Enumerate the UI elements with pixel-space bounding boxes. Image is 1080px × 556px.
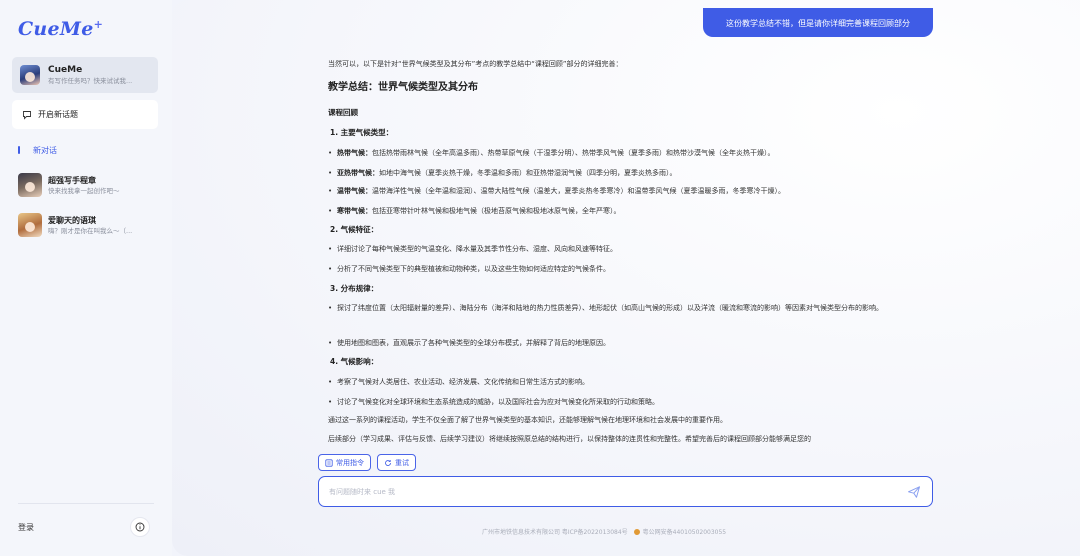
bot-name: CueMe — [48, 65, 83, 75]
list-item: 亚热带气候：如地中海气候（夏季炎热干燥，冬季温和多雨）和亚热带湿润气候（四季分明… — [328, 168, 928, 178]
list-item: 考察了气候对人类居住、农业活动、经济发展、文化传统和日常生活方式的影响。 — [328, 377, 928, 387]
answer-heading: 教学总结：世界气候类型及其分布 — [328, 82, 478, 93]
numbered-heading: 2. 气候特征： — [330, 225, 379, 234]
police-badge-icon — [633, 528, 640, 535]
avatar — [18, 213, 42, 237]
answer-subheading: 课程回顾 — [328, 108, 358, 117]
answer-paragraph: 通过这一系列的课程活动，学生不仅全面了解了世界气候类型的基本知识，还能够理解气候… — [328, 416, 727, 424]
sidebar: CueMe+ CueMe 有写作任务吗？快来试试我... 开启新话题 新对话 超… — [0, 0, 172, 556]
list-item: 寒带气候：包括亚寒带针叶林气候和极地气候（极地苔原气候和极地冰原气候，全年严寒）… — [328, 206, 928, 216]
list-item: 温带气候：温带海洋性气候（全年温和湿润）、温带大陆性气候（温差大，夏季炎热冬季寒… — [328, 186, 928, 196]
list-item: 讨论了气候变化对全球环境和生态系统造成的威胁，以及国际社会为应对气候变化所采取的… — [328, 397, 928, 407]
numbered-heading: 4. 气候影响： — [330, 357, 379, 366]
logo-plus: + — [93, 18, 104, 31]
info-button[interactable] — [130, 517, 150, 537]
footer: 广州市地铁信息技术有限公司 粤ICP备2022013084号 粤公网安备4401… — [482, 527, 726, 536]
new-topic-button[interactable]: 开启新话题 — [12, 100, 158, 129]
history-item-chatter[interactable]: 爱聊天的语琪 嗨？刚才是你在叫我么～（... — [18, 212, 168, 238]
bot-subtitle: 有写作任务吗？快来试试我... — [48, 77, 133, 85]
common-commands-label: 常用指令 — [336, 458, 364, 467]
send-button[interactable] — [906, 484, 922, 500]
answer-intro: 当然可以，以下是针对“世界气候类型及其分布”考点的教学总结中“课程回顾”部分的详… — [328, 60, 623, 68]
assistant-answer: 当然可以，以下是针对“世界气候类型及其分布”考点的教学总结中“课程回顾”部分的详… — [318, 48, 933, 446]
retry-button[interactable]: 重试 — [377, 454, 416, 471]
user-message: 这份教学总结不错，但是请你详细完善课程回顾部分 — [703, 8, 933, 37]
retry-icon — [385, 459, 391, 466]
avatar — [18, 173, 42, 197]
chat-plus-icon — [23, 110, 31, 120]
footer-company[interactable]: 广州市地铁信息技术有限公司 粤ICP备2022013084号 — [482, 527, 628, 536]
history-title: 超强写手程章 — [48, 175, 96, 185]
send-icon — [908, 485, 920, 498]
list-item: 探讨了纬度位置（太阳辐射量的差异）、海陆分布（海洋和陆地的热力性质差异）、地形起… — [328, 303, 928, 313]
login-link[interactable]: 登录 — [18, 522, 34, 533]
logo-text: CueMe — [18, 18, 94, 40]
bot-card-cueme[interactable]: CueMe 有写作任务吗？快来试试我... — [12, 57, 158, 93]
history-title: 爱聊天的语琪 — [48, 215, 96, 225]
common-commands-button[interactable]: 常用指令 — [318, 454, 371, 471]
command-icon — [325, 458, 333, 467]
answer-paragraph: 后续部分（学习成果、评估与反馈、后续学习建议）将继续按照原总结的结构进行，以保持… — [328, 435, 811, 443]
history-subtitle: 嗨？刚才是你在叫我么～（... — [48, 226, 133, 235]
sidebar-item-new-chat[interactable]: 新对话 — [18, 143, 57, 157]
new-topic-label: 开启新话题 — [38, 110, 78, 119]
list-item: 热带气候：包括热带雨林气候（全年高温多雨）、热带草原气候（干湿季分明）、热带季风… — [328, 148, 928, 158]
tool-row: 常用指令 重试 — [318, 454, 416, 471]
list-item: 详细讨论了每种气候类型的气温变化、降水量及其季节性分布、湿度、风向和风速等特征。 — [328, 244, 928, 254]
list-item: 使用地图和图表，直观展示了各种气候类型的全球分布模式，并解释了背后的地理原因。 — [328, 338, 928, 348]
history-item-writer[interactable]: 超强写手程章 快来找我拿一起创作吧～ — [18, 172, 168, 198]
avatar — [20, 65, 40, 85]
list-item: 分析了不同气候类型下的典型植被和动物种类，以及这些生物如何适应特定的气候条件。 — [328, 264, 928, 274]
chat-input-box[interactable] — [318, 476, 933, 507]
divider — [18, 503, 154, 504]
main-panel: 这份教学总结不错，但是请你详细完善课程回顾部分 当然可以，以下是针对“世界气候类… — [172, 0, 1080, 556]
active-indicator — [18, 146, 20, 154]
info-icon — [135, 522, 145, 532]
numbered-heading: 1. 主要气候类型： — [330, 128, 394, 137]
retry-label: 重试 — [395, 458, 409, 467]
chat-input[interactable] — [329, 487, 906, 496]
history-subtitle: 快来找我拿一起创作吧～ — [48, 186, 120, 195]
footer-police[interactable]: 粤公网安备44010502003055 — [643, 527, 726, 536]
app-logo[interactable]: CueMe+ — [18, 18, 103, 40]
numbered-heading: 3. 分布规律： — [330, 284, 379, 293]
new-chat-label: 新对话 — [33, 145, 57, 155]
